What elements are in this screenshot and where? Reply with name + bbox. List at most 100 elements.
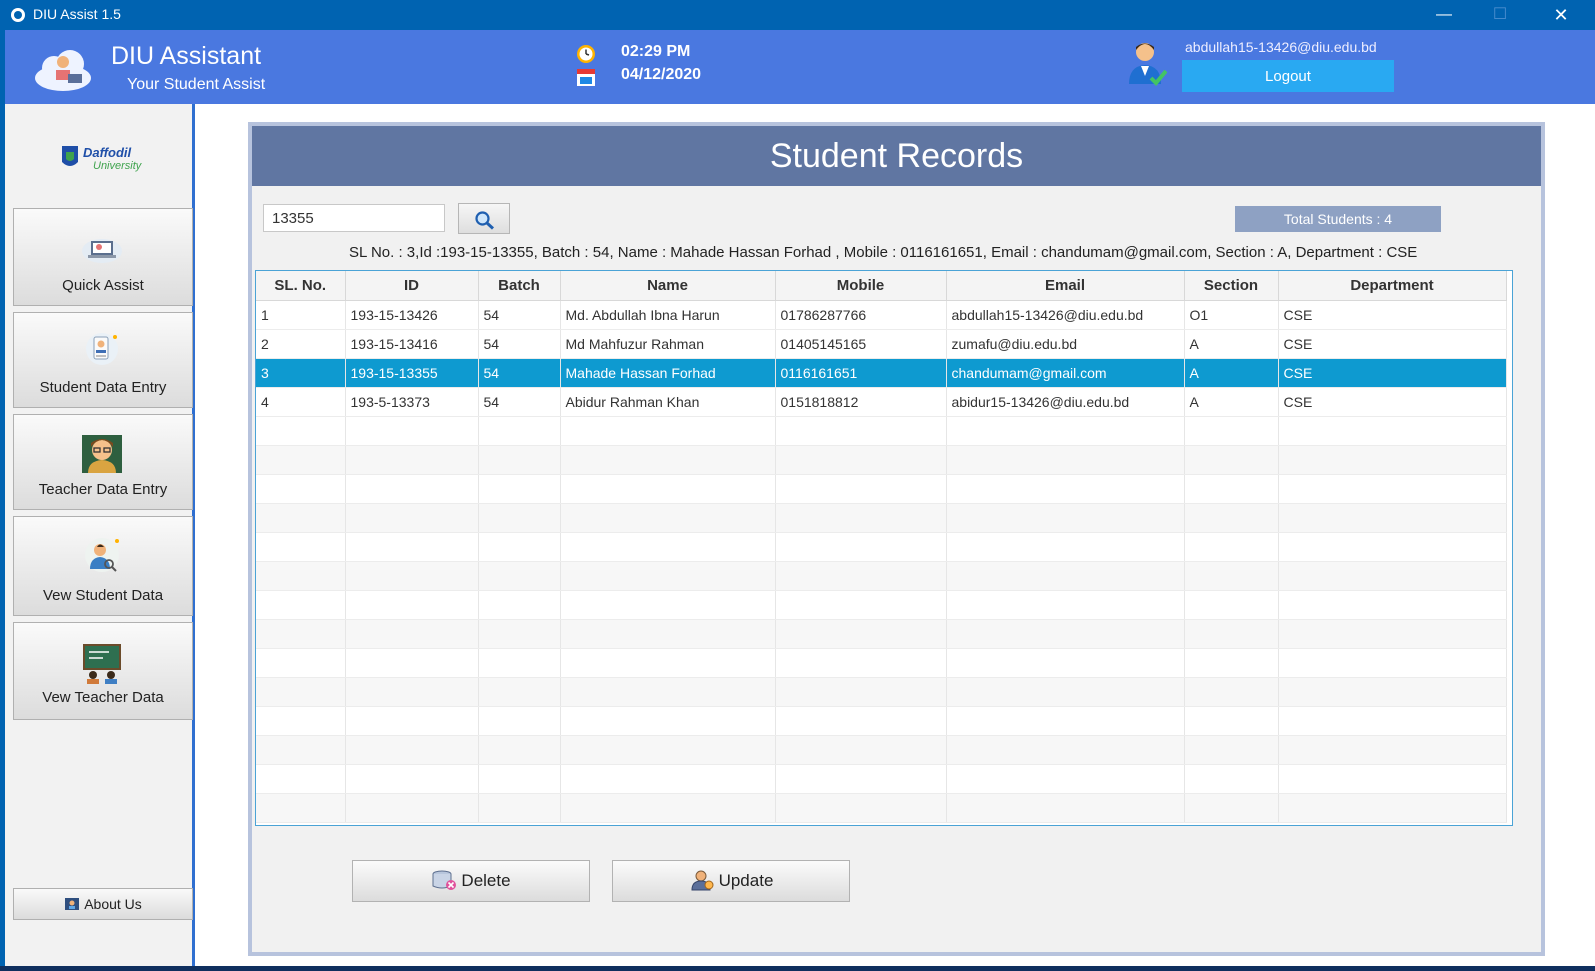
empty-cell	[946, 532, 1185, 562]
empty-table-row	[256, 503, 1507, 533]
selected-record-details: SL No. : 3,Id :193-15-13355, Batch : 54,…	[349, 244, 1418, 261]
empty-cell	[345, 764, 479, 794]
about-us-label: About Us	[84, 896, 142, 912]
cell-name: Mahade Hassan Forhad	[560, 358, 776, 388]
column-header-sl-no[interactable]: SL. No.	[256, 271, 346, 301]
cell-name: Md Mahfuzur Rahman	[560, 329, 776, 359]
empty-cell	[256, 532, 346, 562]
column-header-name[interactable]: Name	[560, 271, 776, 301]
table-row[interactable]: 2 193-15-13416 54 Md Mahfuzur Rahman 014…	[256, 329, 1507, 359]
cell-department: CSE	[1278, 300, 1507, 330]
minimize-button[interactable]: —	[1420, 0, 1468, 30]
delete-button[interactable]: Delete	[352, 860, 590, 902]
empty-cell	[478, 764, 561, 794]
empty-cell	[1278, 474, 1507, 504]
cell-mobile: 0116161651	[775, 358, 947, 388]
app-tagline: Your Student Assist	[127, 76, 266, 93]
empty-cell	[1184, 532, 1279, 562]
sidebar-item-quick-assist[interactable]: Quick Assist	[13, 208, 193, 306]
empty-cell	[478, 590, 561, 620]
empty-cell	[560, 474, 776, 504]
cell-sl-no: 2	[256, 329, 346, 359]
empty-cell	[478, 561, 561, 591]
cell-section: A	[1184, 387, 1279, 417]
empty-cell	[946, 677, 1185, 707]
empty-cell	[560, 590, 776, 620]
table-row[interactable]: 4 193-5-13373 54 Abidur Rahman Khan 0151…	[256, 387, 1507, 417]
sidebar-item-label: Vew Teacher Data	[42, 689, 164, 706]
empty-cell	[1184, 445, 1279, 475]
sidebar-item-view-student-data[interactable]: Vew Student Data	[13, 516, 193, 616]
empty-table-row	[256, 445, 1507, 475]
empty-cell	[946, 706, 1185, 736]
table-row-selected[interactable]: 3 193-15-13355 54 Mahade Hassan Forhad 0…	[256, 358, 1507, 388]
empty-cell	[1278, 764, 1507, 794]
empty-cell	[946, 648, 1185, 678]
search-icon	[475, 211, 495, 230]
empty-cell	[345, 648, 479, 678]
column-header-email[interactable]: Email	[946, 271, 1185, 301]
empty-table-row	[256, 648, 1507, 678]
empty-cell	[478, 735, 561, 765]
cell-batch: 54	[478, 387, 561, 417]
logout-button[interactable]: Logout	[1182, 60, 1394, 92]
column-header-department[interactable]: Department	[1278, 271, 1507, 301]
cell-section: O1	[1184, 300, 1279, 330]
empty-cell	[478, 416, 561, 446]
empty-cell	[1184, 590, 1279, 620]
sidebar-item-view-teacher-data[interactable]: Vew Teacher Data	[13, 622, 193, 720]
empty-table-row	[256, 590, 1507, 620]
sidebar: Daffodil University Quick Assist Student…	[5, 104, 195, 966]
maximize-button[interactable]: ☐	[1476, 0, 1524, 30]
total-students-badge: Total Students : 4	[1235, 206, 1441, 232]
cell-batch: 54	[478, 358, 561, 388]
table-row[interactable]: 1 193-15-13426 54 Md. Abdullah Ibna Haru…	[256, 300, 1507, 330]
sidebar-item-teacher-data-entry[interactable]: Teacher Data Entry	[13, 414, 193, 510]
empty-cell	[256, 735, 346, 765]
cell-id: 193-15-13416	[345, 329, 479, 359]
column-header-id[interactable]: ID	[345, 271, 479, 301]
app-window: DIU Assist 1.5 — ☐ ✕ DIU Assistant Your …	[0, 0, 1595, 971]
students-table[interactable]: SL. No. ID Batch Name Mobile Email Secti…	[255, 270, 1513, 826]
empty-cell	[345, 619, 479, 649]
empty-cell	[345, 532, 479, 562]
empty-cell	[1278, 793, 1507, 823]
empty-cell	[946, 619, 1185, 649]
student-records-panel: Student Records Total Students : 4 SL No…	[248, 122, 1545, 956]
empty-cell	[345, 503, 479, 533]
empty-cell	[345, 561, 479, 591]
update-button[interactable]: Update	[612, 860, 850, 902]
window-bottom-border	[0, 966, 1595, 971]
empty-cell	[1184, 416, 1279, 446]
empty-cell	[345, 590, 479, 620]
empty-cell	[345, 416, 479, 446]
empty-table-row	[256, 706, 1507, 736]
empty-cell	[345, 677, 479, 707]
student-search-icon	[85, 538, 119, 572]
column-header-batch[interactable]: Batch	[478, 271, 561, 301]
search-input[interactable]	[263, 204, 445, 232]
cell-mobile: 01405145165	[775, 329, 947, 359]
empty-cell	[775, 619, 947, 649]
column-header-mobile[interactable]: Mobile	[775, 271, 947, 301]
empty-cell	[478, 474, 561, 504]
column-header-section[interactable]: Section	[1184, 271, 1279, 301]
empty-cell	[1184, 561, 1279, 591]
empty-cell	[345, 474, 479, 504]
sidebar-item-student-data-entry[interactable]: Student Data Entry	[13, 312, 193, 408]
classroom-board-icon	[83, 644, 121, 684]
empty-cell	[560, 793, 776, 823]
current-time: 02:29 PM	[621, 43, 691, 60]
empty-cell	[560, 735, 776, 765]
user-email: abdullah15-13426@diu.edu.bd	[1185, 39, 1377, 55]
empty-cell	[478, 532, 561, 562]
search-button[interactable]	[458, 203, 510, 234]
empty-cell	[1184, 764, 1279, 794]
empty-cell	[1184, 706, 1279, 736]
about-us-button[interactable]: About Us	[13, 888, 193, 920]
empty-cell	[560, 619, 776, 649]
student-id-icon	[86, 333, 118, 365]
empty-cell	[775, 532, 947, 562]
close-button[interactable]: ✕	[1537, 0, 1585, 30]
empty-cell	[560, 648, 776, 678]
